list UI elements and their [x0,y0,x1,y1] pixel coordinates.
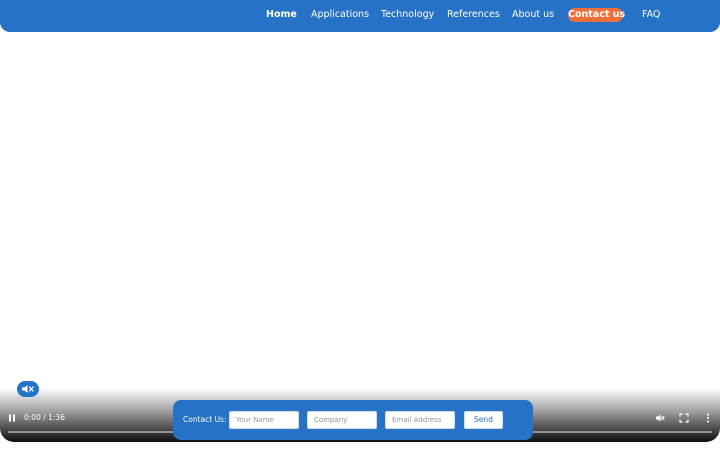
email-input[interactable] [385,411,455,429]
nav-faq[interactable]: FAQ [642,9,660,21]
video-time-display: 0:00 / 1:36 [24,413,65,422]
nav-home[interactable]: Home [266,9,297,21]
nav-applications[interactable]: Applications [311,9,369,21]
speaker-muted-icon [22,385,34,393]
page: Home Applications Technology References … [0,0,720,450]
video-player[interactable] [0,32,720,442]
nav-references[interactable]: References [447,9,500,21]
nav-technology[interactable]: Technology [381,9,434,21]
pause-icon[interactable] [8,414,16,422]
contact-form-label: Contact Us: [183,415,227,424]
nav-contact-us-button[interactable]: Contact us [568,8,625,22]
top-navbar: Home Applications Technology References … [0,0,720,32]
volume-muted-icon[interactable] [655,413,665,423]
name-input[interactable] [229,411,299,429]
company-input[interactable] [307,411,377,429]
unmute-button[interactable] [17,381,39,397]
nav-about-us[interactable]: About us [512,9,554,21]
contact-form-panel: Contact Us: Send [173,400,533,440]
fullscreen-icon[interactable] [679,413,689,423]
more-vertical-icon[interactable] [703,413,713,423]
send-button[interactable]: Send [464,411,503,429]
